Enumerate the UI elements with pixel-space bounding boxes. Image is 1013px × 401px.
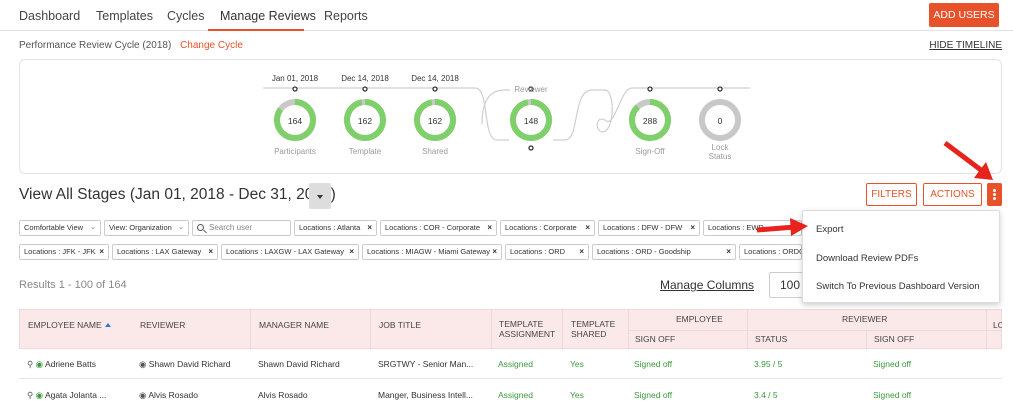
- annotation-arrows: [756, 141, 993, 236]
